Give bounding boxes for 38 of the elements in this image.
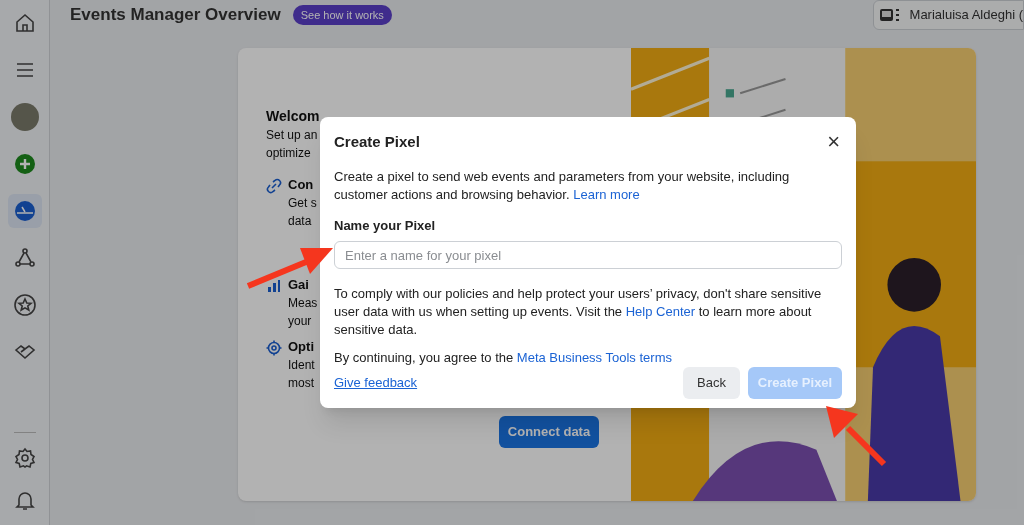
feature-text: Meas — [288, 295, 318, 312]
avatar-icon — [10, 103, 39, 131]
privacy-notice: To comply with our policies and help protect your users’ privacy, don't share sensitive user data with us when setting up events. Visit the Help Center to learn more about sensitive data. — [334, 285, 823, 339]
gauge-icon — [12, 199, 37, 223]
feature-text: most — [288, 375, 314, 392]
help-badge[interactable]: See how it works — [292, 4, 392, 26]
dialog-title: Create Pixel — [334, 132, 420, 152]
network-icon — [12, 246, 37, 270]
terms-notice: By continuing, you agree to the Meta Business Tools terms — [334, 349, 673, 367]
bar-chart-icon — [266, 278, 282, 294]
page-title: Events Manager Overview — [70, 4, 281, 27]
help-center-link[interactable]: Help Center — [625, 304, 696, 319]
terms-link[interactable]: Meta Business Tools terms — [516, 350, 672, 365]
create-pixel-button: Create Pixel — [748, 367, 842, 399]
sidebar-item[interactable] — [7, 194, 42, 228]
settings-icon — [12, 446, 37, 470]
back-button[interactable]: Back — [683, 367, 740, 399]
feature-text: Get s — [288, 195, 317, 212]
plus-icon — [12, 152, 37, 176]
feature-text: Ident — [288, 357, 315, 374]
dialog-description: Create a pixel to send web events and parameters from your website, including customer actions and browsing behavior. Learn more — [334, 167, 791, 204]
learn-more-link[interactable]: Learn more — [573, 186, 640, 202]
field-label: Name your Pixel — [334, 216, 437, 235]
link-icon — [266, 178, 282, 194]
pixel-name-field[interactable]: Enter a name for your pixel — [334, 241, 842, 269]
target-icon — [266, 340, 282, 356]
feature-text: your — [288, 313, 312, 330]
feature-title: Gai — [288, 276, 309, 294]
card-subtitle: Set up an — [266, 127, 318, 144]
account-button[interactable]: Marialuisa Aldeghi ( — [872, 0, 1024, 30]
feedback-link[interactable]: Give feedback — [334, 373, 418, 393]
feature-title: Opti — [288, 338, 314, 356]
card-title: Welcom — [266, 107, 320, 126]
connect-data-button[interactable]: Connect data — [499, 416, 599, 449]
close-button[interactable]: × — [827, 132, 842, 153]
feature-text: data — [288, 213, 312, 230]
card-subtitle: optimize — [266, 145, 311, 162]
feature-title: Con — [288, 176, 314, 194]
